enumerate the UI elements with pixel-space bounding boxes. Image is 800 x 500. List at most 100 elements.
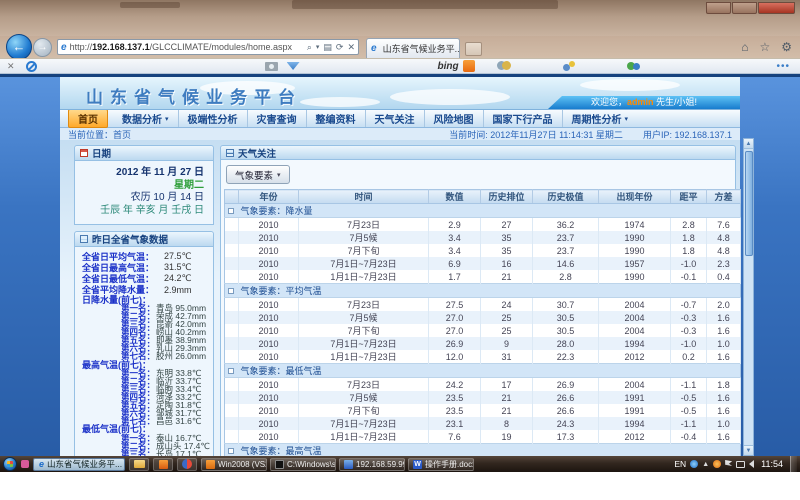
expand-checkbox-icon[interactable] bbox=[228, 208, 234, 214]
nav-item[interactable]: 国家下行产品 bbox=[484, 110, 563, 127]
taskbar-button[interactable]: W操作手册.docx ... bbox=[408, 458, 474, 471]
start-orb-icon[interactable] bbox=[3, 457, 17, 471]
minimize-button[interactable] bbox=[706, 2, 731, 14]
browser-navbar: ← → e http://192.168.137.1/GLCCLIMATE/mo… bbox=[0, 36, 800, 58]
nav-item[interactable]: 风险地图 bbox=[425, 110, 484, 127]
table-cell: 2004 bbox=[599, 378, 671, 392]
table-cell-blank bbox=[225, 417, 239, 430]
element-filter-button[interactable]: 气象要素▾ bbox=[226, 165, 290, 184]
taskbar-explorer-button[interactable] bbox=[129, 458, 149, 471]
mail-icon[interactable] bbox=[287, 62, 300, 70]
table-cell: 1.8 bbox=[671, 231, 707, 244]
folder-icon bbox=[134, 460, 145, 468]
table-cell: 1.0 bbox=[707, 337, 741, 350]
taskbar-clock[interactable]: 11:54 bbox=[761, 459, 783, 469]
tray-app-icon[interactable] bbox=[713, 460, 721, 468]
network-icon[interactable] bbox=[736, 461, 745, 468]
remote-icon bbox=[344, 460, 353, 469]
address-bar[interactable]: e http://192.168.137.1/GLCCLIMATE/module… bbox=[57, 39, 359, 55]
table-cell-checkbox bbox=[225, 284, 239, 298]
language-indicator[interactable]: EN bbox=[674, 459, 686, 469]
table-cell: 1994 bbox=[599, 337, 671, 350]
scroll-up-icon[interactable]: ▲ bbox=[744, 139, 753, 149]
ganzhi-date: 壬辰 年 辛亥 月 壬戌 日 bbox=[84, 205, 204, 218]
table-cell: 27.5 bbox=[429, 298, 481, 312]
favorites-star-icon[interactable]: ☆ bbox=[759, 41, 770, 53]
pinned-app-icon[interactable] bbox=[21, 460, 29, 468]
nav-item[interactable]: 数据分析▾ bbox=[113, 110, 179, 127]
breadcrumb: 当前位置：首页 bbox=[68, 128, 131, 141]
block-icon[interactable] bbox=[26, 61, 37, 72]
update-icon[interactable] bbox=[690, 460, 698, 468]
taskbar-ie-button[interactable]: e 山东省气候业务平... bbox=[33, 458, 125, 471]
nav-item[interactable]: 灾害查询 bbox=[248, 110, 307, 127]
table-cell: 16 bbox=[481, 257, 533, 270]
expand-checkbox-icon[interactable] bbox=[228, 288, 234, 294]
scrollbar-thumb[interactable] bbox=[745, 151, 753, 256]
taskbar-button[interactable]: 192.168.59.99... bbox=[339, 458, 405, 471]
show-desktop-button[interactable] bbox=[790, 456, 797, 472]
camera-icon[interactable] bbox=[265, 62, 278, 71]
close-button[interactable] bbox=[758, 2, 795, 14]
tray-expand-icon[interactable]: ▲ bbox=[702, 461, 709, 468]
volume-icon[interactable] bbox=[749, 460, 754, 468]
table-group-row[interactable]: 气象要素：降水量 bbox=[225, 204, 741, 218]
table-group-row[interactable]: 气象要素：平均气温 bbox=[225, 284, 741, 298]
stat-value: 24.2℃ bbox=[164, 273, 192, 284]
close-toolbar-icon[interactable]: ✕ bbox=[7, 61, 15, 72]
nav-item[interactable]: 首页 bbox=[68, 109, 108, 128]
table-cell: -1.1 bbox=[671, 417, 707, 430]
taskbar-button[interactable]: Win2008 (VS2... bbox=[201, 458, 267, 471]
taskbar-app-button[interactable] bbox=[153, 458, 173, 471]
search-icon[interactable]: ⌕ bbox=[307, 42, 312, 53]
action-center-flag-icon[interactable] bbox=[725, 460, 732, 468]
table-cell: 2004 bbox=[599, 324, 671, 337]
table-cell-blank bbox=[225, 391, 239, 404]
forward-icon[interactable]: → bbox=[33, 38, 52, 57]
maximize-button[interactable] bbox=[732, 2, 757, 14]
nav-item[interactable]: 极端性分析 bbox=[179, 110, 248, 127]
browser-tab[interactable]: e 山东省气候业务平... ✕ bbox=[366, 38, 460, 58]
table-cell: -0.7 bbox=[671, 298, 707, 312]
table-cell: 2010 bbox=[239, 270, 299, 284]
nav-item[interactable]: 天气关注 bbox=[366, 110, 425, 127]
app-icon[interactable] bbox=[463, 60, 475, 72]
new-tab-button[interactable] bbox=[465, 42, 482, 56]
settings-gear-icon[interactable]: ⚙ bbox=[781, 41, 792, 53]
table-cell: 14.6 bbox=[533, 257, 599, 270]
cmd-icon bbox=[275, 460, 284, 469]
table-cell: 23.5 bbox=[429, 391, 481, 404]
table-cell-checkbox bbox=[225, 444, 239, 457]
group-title: 气象要素：最高气温 bbox=[241, 446, 322, 456]
bing-logo[interactable]: bing bbox=[438, 61, 459, 72]
scroll-down-icon[interactable]: ▼ bbox=[744, 445, 753, 455]
paw-icon[interactable] bbox=[563, 61, 575, 71]
weather-panel-header: 昨日全省气象数据 bbox=[75, 232, 213, 247]
taskbar-button[interactable]: C:\Windows\s... bbox=[270, 458, 336, 471]
taskbar-media-button[interactable] bbox=[177, 458, 197, 471]
people-icon[interactable] bbox=[627, 61, 640, 71]
table-group-row[interactable]: 气象要素：最低气温 bbox=[225, 364, 741, 378]
table-cell: 35 bbox=[481, 231, 533, 244]
table-cell: 1.6 bbox=[707, 311, 741, 324]
back-icon[interactable]: ← bbox=[6, 34, 32, 60]
site-banner: 山东省气候业务平台 欢迎您，admin 先生/小姐! bbox=[60, 77, 740, 110]
weather-table: 年份时间数值历史排位历史极值出现年份距平方差 气象要素：降水量20107月23日… bbox=[224, 189, 741, 456]
table-cell: 23.7 bbox=[533, 231, 599, 244]
home-icon[interactable]: ⌂ bbox=[741, 41, 748, 53]
expand-checkbox-icon[interactable] bbox=[228, 448, 234, 454]
table-header-cell: 历史排位 bbox=[481, 190, 533, 204]
stop-icon[interactable]: ✕ bbox=[347, 42, 355, 53]
refresh-icon[interactable]: ⟳ bbox=[336, 42, 344, 53]
vertical-scrollbar[interactable]: ▲ ▼ bbox=[743, 138, 754, 456]
expand-checkbox-icon[interactable] bbox=[228, 368, 234, 374]
compat-icon[interactable]: ▤ bbox=[323, 42, 332, 53]
dropdown-caret-icon[interactable]: ▾ bbox=[316, 43, 320, 51]
coins-icon[interactable] bbox=[497, 61, 511, 71]
vm-icon bbox=[206, 460, 215, 469]
table-cell: 6.9 bbox=[429, 257, 481, 270]
nav-item[interactable]: 周期性分析▾ bbox=[563, 110, 638, 127]
more-options-icon[interactable]: ••• bbox=[776, 61, 790, 72]
nav-item[interactable]: 整编资料 bbox=[307, 110, 366, 127]
table-group-row[interactable]: 气象要素：最高气温 bbox=[225, 444, 741, 457]
